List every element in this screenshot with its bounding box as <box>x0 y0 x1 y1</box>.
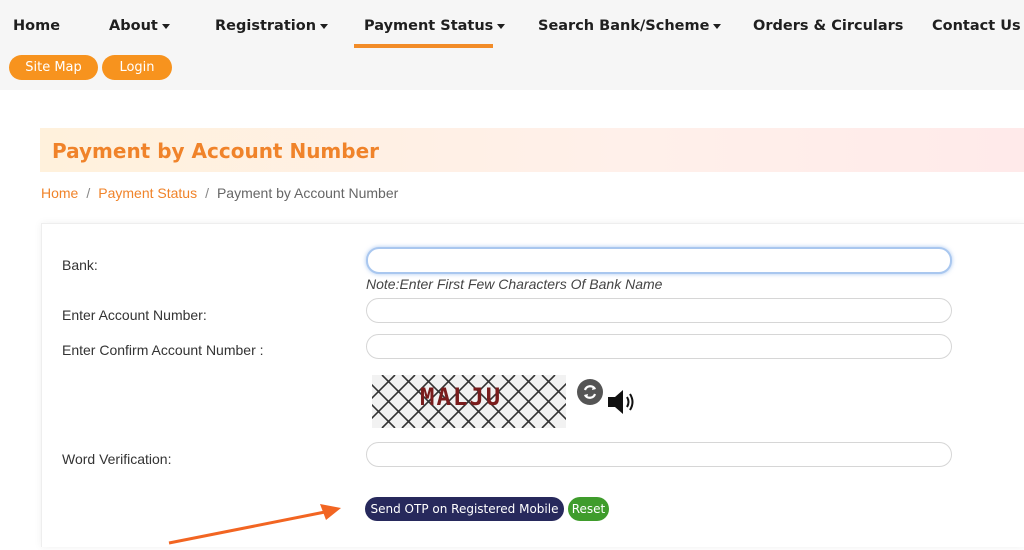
account-number-input[interactable] <box>366 298 952 323</box>
caret-down-icon <box>497 23 506 29</box>
nav-item-label: Contact Us <box>932 18 1021 34</box>
nav-item-payment-status[interactable]: Payment Status <box>364 18 506 34</box>
nav-item-label: Orders & Circulars <box>753 18 904 34</box>
word-verification-input[interactable] <box>366 442 952 467</box>
nav-item-label: Payment Status <box>364 18 494 34</box>
send-otp-button[interactable]: Send OTP on Registered Mobile No <box>365 497 564 540</box>
breadcrumb-separator: / <box>205 185 209 201</box>
captcha-text: MALJU <box>420 383 502 411</box>
caret-down-icon <box>713 23 722 29</box>
caret-down-icon <box>161 23 170 29</box>
breadcrumb-home-link[interactable]: Home <box>41 185 78 201</box>
breadcrumb-payment-status-link[interactable]: Payment Status <box>98 185 197 201</box>
confirm-account-number-label: Enter Confirm Account Number : <box>62 342 264 358</box>
confirm-account-number-input[interactable] <box>366 334 952 359</box>
page-title: Payment by Account Number <box>52 139 380 163</box>
nav-item-label: Home <box>13 18 61 34</box>
captcha-pattern: MALJU <box>372 375 566 428</box>
nav-item-home[interactable]: Home <box>13 18 60 34</box>
nav-item-label: Search Bank/Scheme <box>538 18 710 34</box>
bank-input[interactable] <box>366 247 952 274</box>
site-map-button[interactable]: Site Map <box>9 55 98 80</box>
nav-item-label: About <box>109 18 158 34</box>
speaker-icon[interactable] <box>606 386 640 418</box>
active-nav-indicator <box>354 44 493 48</box>
nav-item-about[interactable]: About <box>109 18 170 34</box>
bank-note: Note:Enter First Few Characters Of Bank … <box>366 276 663 292</box>
nav-item-registration[interactable]: Registration <box>215 18 329 34</box>
nav-item-orders-circulars[interactable]: Orders & Circulars <box>753 18 903 34</box>
caret-down-icon <box>320 23 329 29</box>
login-button[interactable]: Login <box>102 55 172 80</box>
breadcrumb-separator: / <box>86 185 91 201</box>
nav-item-contact-us[interactable]: Contact Us <box>932 18 1024 34</box>
nav-item-search-bank-scheme[interactable]: Search Bank/Scheme <box>538 18 722 34</box>
reset-button[interactable]: Reset <box>568 497 609 521</box>
arrow-icon <box>168 504 341 545</box>
main-menu: Home About Registration Payment Status S… <box>0 0 1024 48</box>
page-title-band: Payment by Account Number <box>40 128 1024 172</box>
word-verification-label: Word Verification: <box>62 451 172 467</box>
top-navigation-bar: Home About Registration Payment Status S… <box>0 0 1024 90</box>
captcha-image: MALJU <box>372 375 566 428</box>
breadcrumb: Home / Payment Status / Payment by Account N… <box>41 185 398 201</box>
refresh-icon[interactable] <box>577 379 603 405</box>
bank-label: Bank: <box>62 257 98 273</box>
account-number-label: Enter Account Number: <box>62 307 207 323</box>
breadcrumb-current: Payment by Account Number <box>216 185 399 201</box>
nav-item-label: Registration <box>215 18 317 34</box>
